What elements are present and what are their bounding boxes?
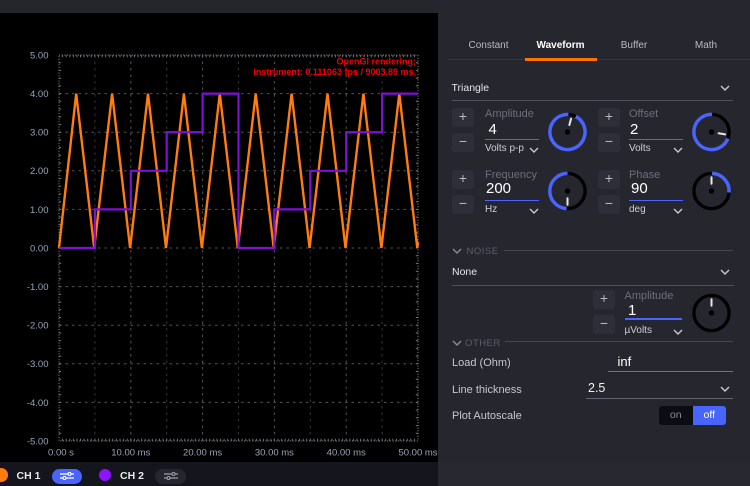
svg-text:OpenGl rendering;: OpenGl rendering; bbox=[336, 57, 416, 67]
svg-text:2.00: 2.00 bbox=[30, 166, 49, 177]
svg-text:40.00 ms: 40.00 ms bbox=[327, 448, 366, 459]
svg-text:50.00 ms: 50.00 ms bbox=[398, 448, 437, 459]
svg-text:-3.00: -3.00 bbox=[27, 359, 49, 370]
svg-text:4.00: 4.00 bbox=[30, 89, 49, 100]
svg-text:20.00 ms: 20.00 ms bbox=[183, 448, 222, 459]
svg-text:-4.00: -4.00 bbox=[27, 398, 49, 409]
svg-text:30.00 ms: 30.00 ms bbox=[255, 448, 294, 459]
svg-text:5.00: 5.00 bbox=[30, 50, 49, 61]
svg-text:1.00: 1.00 bbox=[30, 205, 49, 216]
svg-text:-2.00: -2.00 bbox=[27, 321, 49, 332]
svg-text:-1.00: -1.00 bbox=[27, 282, 49, 293]
svg-text:3.00: 3.00 bbox=[30, 128, 49, 139]
svg-text:0.00: 0.00 bbox=[30, 243, 49, 254]
svg-text:10.00 ms: 10.00 ms bbox=[111, 448, 150, 459]
svg-text:0.00 s: 0.00 s bbox=[48, 448, 74, 459]
svg-text:instrument: 0.111063 fps / 900: instrument: 0.111063 fps / 9003.89 ms. bbox=[253, 67, 416, 77]
svg-text:-5.00: -5.00 bbox=[27, 436, 49, 447]
